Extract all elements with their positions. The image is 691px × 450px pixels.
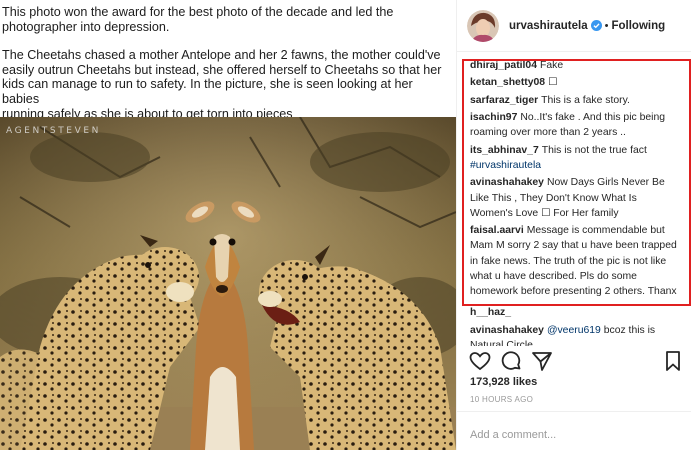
comment-mention-link[interactable]: @veeru619 — [547, 325, 601, 336]
following-button[interactable]: Following — [611, 20, 665, 32]
comment-item: its_abhinav_7 This is not the true fact #u… — [470, 143, 680, 173]
comment-text: Fake — [540, 60, 564, 71]
cheetah-antelope-photo: AGENTSTEVEN — [0, 117, 456, 450]
bookmark-icon[interactable] — [661, 349, 685, 373]
comment-item: h__haz_ — [470, 305, 680, 320]
comment-username[interactable]: avinashahakey — [470, 177, 544, 188]
comment-item: ketan_shetty08 ☐ — [470, 75, 680, 90]
comment-item: avinashahakey @veeru619 bcoz this is Natu… — [470, 323, 680, 346]
add-comment-bar — [457, 411, 691, 450]
share-icon[interactable] — [530, 349, 554, 373]
comment-item: avinashahakey Now Days Girls Never Be Lik… — [470, 175, 680, 221]
post-timestamp[interactable]: 10 HOURS AGO — [470, 395, 533, 404]
photo-watermark: AGENTSTEVEN — [6, 126, 101, 136]
comment-username[interactable]: sarfaraz_tiger — [470, 95, 538, 106]
image-caption-text: This photo won the award for the best ph… — [0, 0, 456, 121]
caption-body-line: kids can manage to run to safety. In the… — [2, 77, 413, 106]
caption-body-line: The Cheetahs chased a mother Antelope an… — [2, 48, 441, 63]
comment-username[interactable]: its_abhinav_7 — [470, 145, 539, 156]
comment-text: This is not the true fact — [541, 144, 647, 156]
username[interactable]: urvashirautela — [509, 20, 588, 32]
comment-item: faisal.aarvi Message is commendable but M… — [470, 223, 680, 299]
comment-item: sarfaraz_tiger This is a fake story. — [470, 93, 680, 108]
comments-list[interactable]: dhiraj_patil04 Fake ketan_shetty08 ☐ sarfa… — [457, 52, 691, 346]
caption-body-line: easily outrun Cheetahs but instead, she … — [2, 62, 442, 77]
heart-icon[interactable] — [468, 349, 492, 373]
caption-line: photographer into depression. — [2, 19, 170, 34]
comment-text: This is a fake story. — [541, 94, 630, 106]
post-header: urvashirautela • Following — [457, 0, 691, 52]
comment-text: ☐ — [548, 77, 558, 89]
comment-username[interactable]: isachin97 — [470, 112, 517, 123]
comment-item: isachin97 No..It's fake . And this pic be… — [470, 110, 680, 140]
verified-badge-icon — [590, 20, 602, 31]
like-count[interactable]: 173,928 likes — [470, 376, 537, 388]
post-image: This photo won the award for the best ph… — [0, 0, 456, 450]
comment-item: dhiraj_patil04 Fake — [470, 58, 680, 73]
post-side-panel: urvashirautela • Following dhiraj_patil0… — [456, 0, 691, 450]
avatar[interactable] — [467, 9, 499, 42]
comment-username[interactable]: dhiraj_patil04 — [470, 60, 537, 71]
comment-username[interactable]: ketan_shetty08 — [470, 77, 545, 88]
comment-username[interactable]: h__haz_ — [470, 307, 511, 318]
comment-username[interactable]: faisal.aarvi — [470, 225, 524, 236]
caption-line: This photo won the award for the best ph… — [2, 5, 394, 19]
comment-username[interactable]: avinashahakey — [470, 325, 544, 336]
add-comment-input[interactable] — [470, 429, 670, 441]
comment-hashtag-link[interactable]: #urvashirautela — [470, 160, 541, 171]
post-actions — [457, 346, 691, 376]
separator-dot: • — [604, 19, 609, 32]
comment-icon[interactable] — [499, 349, 523, 373]
